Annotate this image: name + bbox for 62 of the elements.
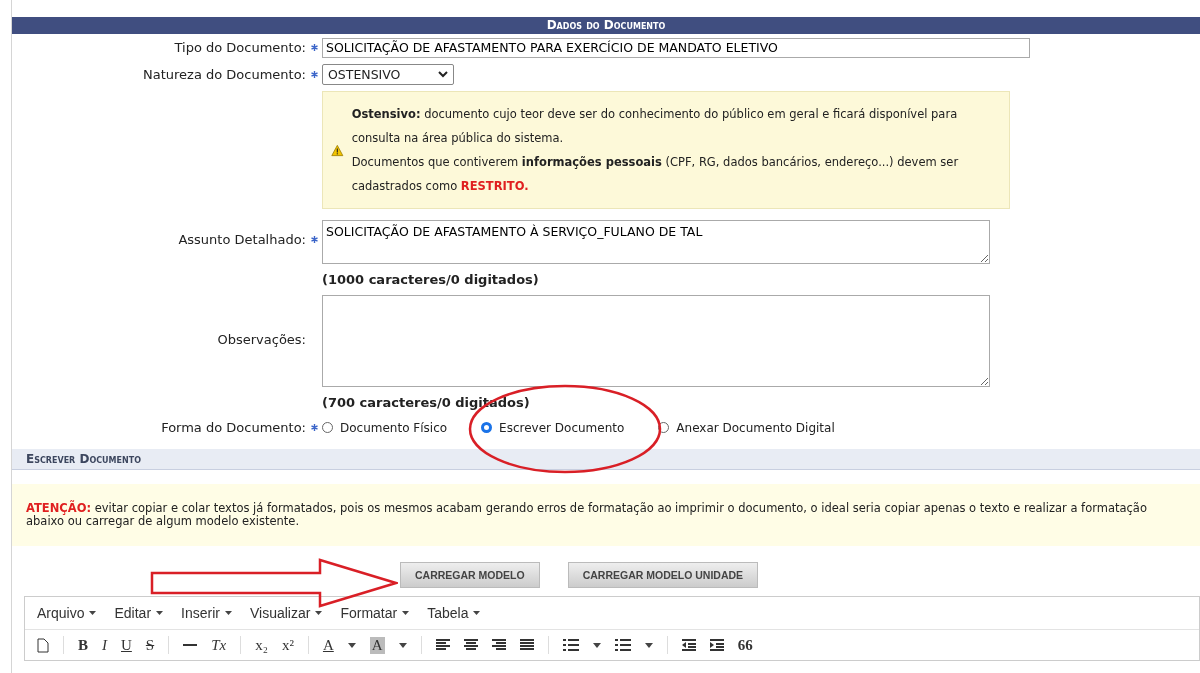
format-button[interactable]: x² [281, 636, 294, 654]
section-header: Dados do Documento [12, 17, 1200, 34]
required-icon [310, 44, 318, 51]
input-field[interactable]: SOLICITAÇÃO DE AFASTAMENTO PARA EXERCÍCIO DE MANDATO ELETIVO [322, 37, 1030, 58]
new-document-icon[interactable] [37, 637, 49, 653]
menu-item[interactable]: Tabela [427, 605, 481, 621]
caret-icon [89, 611, 97, 615]
menu-item[interactable]: Arquivo [37, 605, 97, 621]
align-right-icon[interactable] [491, 639, 506, 651]
field-label: Natureza do Documento: [141, 67, 306, 82]
menu-item[interactable]: Inserir [181, 605, 232, 621]
format-button[interactable]: B [78, 636, 88, 654]
section-header: Escrever Documento [12, 449, 1200, 470]
required-icon [310, 424, 318, 431]
caret-icon [224, 611, 232, 615]
menu-item[interactable]: Visualizar [249, 605, 323, 621]
bullet-list-icon[interactable] [562, 638, 579, 652]
format-button[interactable]: I [102, 636, 107, 654]
radio-option[interactable]: Documento Físico [322, 420, 448, 435]
menu-item[interactable]: Formatar [340, 605, 410, 621]
notice-text: Ostensivo: documento cujo teor deve ser do conhecimento do público em geral e ficará disponível para consulta na área pública do sistema. [351, 106, 959, 147]
indent-icon[interactable] [709, 639, 724, 651]
field-label: Observações: [216, 331, 306, 347]
caret-icon [473, 611, 481, 615]
format-button[interactable]: x₂ [255, 636, 268, 654]
caret-icon [315, 611, 323, 615]
highlight-button[interactable]: A [369, 636, 385, 654]
load-template-button[interactable]: CARREGAR MODELO [400, 562, 540, 588]
align-center-icon[interactable] [463, 639, 478, 651]
radio-button[interactable] [481, 422, 493, 433]
align-left-icon[interactable] [435, 639, 450, 651]
caret-icon [156, 611, 164, 615]
chevron-icon [438, 71, 448, 78]
caret-icon[interactable] [398, 642, 407, 648]
radio-option[interactable]: Anexar Documento Digital [658, 420, 835, 435]
notice-text: Documentos que contiverem informações pessoais (CPF, RG, dados bancários, endereço...) devem ser cadastrados como RESTRITO. [351, 154, 960, 195]
caret-icon [402, 611, 410, 615]
menu-item[interactable]: Editar [114, 605, 164, 621]
warning-text: ATENÇÃO: evitar copiar e colar textos já formatados, pois os mesmos acabam gerando erros de formatação ao imprimir o documento, o ideal seria copiar apenas o texto e realizar a formatação abaixo ou carregar de algum modelo existente. [12, 484, 1200, 546]
field-label: Tipo do Documento: [173, 40, 306, 55]
caret-icon[interactable] [644, 642, 653, 648]
load-template-button[interactable]: CARREGAR MODELO UNIDADE [567, 562, 759, 588]
justify-icon[interactable] [519, 639, 534, 651]
required-icon [310, 236, 318, 243]
horizontal-line-icon[interactable] [183, 644, 198, 646]
text-area[interactable]: SOLICITAÇÃO DE AFASTAMENTO À SERVIÇO_FULANO DE TAL [322, 220, 990, 264]
format-button[interactable]: U [121, 636, 132, 654]
required-icon [310, 71, 318, 78]
radio-option[interactable]: Escrever Documento [481, 420, 625, 435]
text-color-button[interactable]: A [322, 636, 334, 654]
warning-icon [331, 142, 344, 158]
numbered-list-icon[interactable] [614, 638, 631, 652]
format-button[interactable]: S [145, 636, 155, 654]
caret-icon[interactable] [347, 642, 356, 648]
format-button[interactable]: Tx [211, 636, 227, 654]
field-label: Assunto Detalhado: [177, 232, 306, 247]
format-button[interactable]: 66 [737, 636, 753, 654]
select-field[interactable]: OSTENSIVO [322, 64, 454, 85]
char-counter: (1000 caracteres/0 digitados) [322, 271, 539, 287]
outdent-icon[interactable] [681, 639, 696, 651]
caret-icon[interactable] [592, 642, 601, 648]
field-label: Forma do Documento: [160, 420, 306, 435]
